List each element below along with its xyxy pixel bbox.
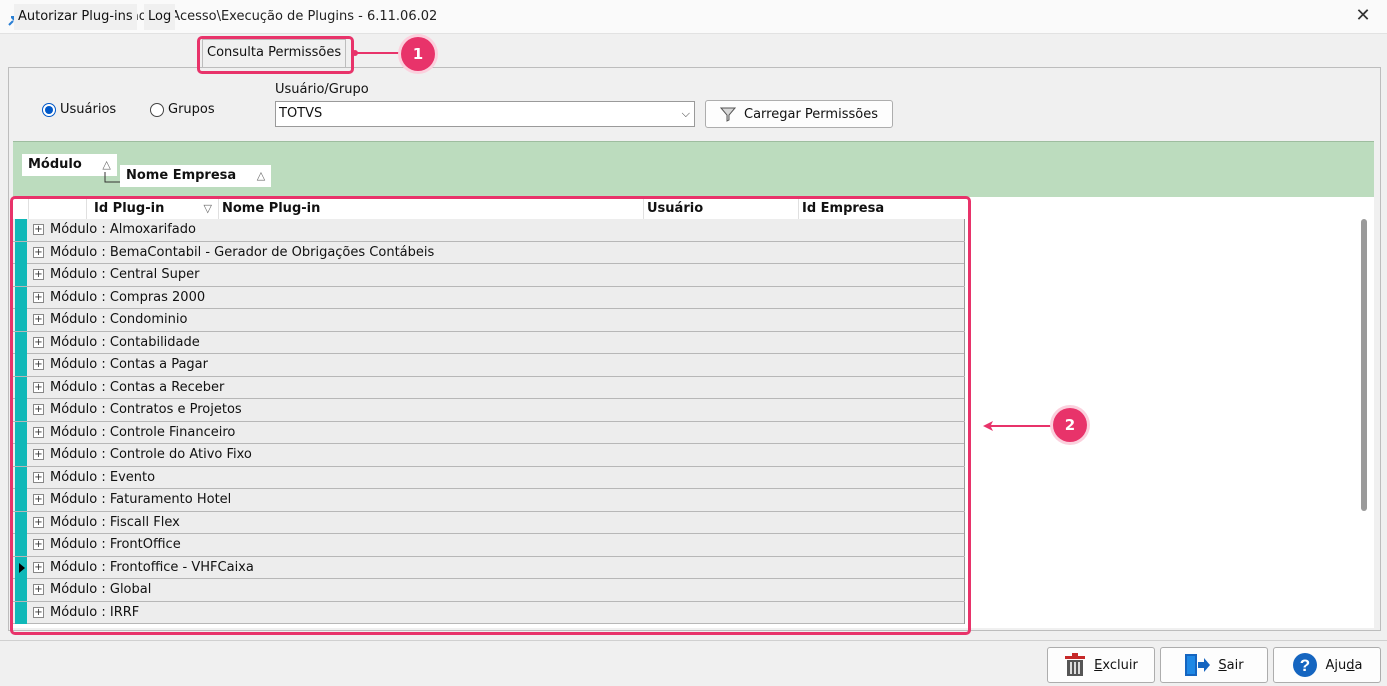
chevron-down-icon: ⌵ — [681, 107, 690, 120]
trash-icon — [1065, 653, 1086, 676]
delete-button[interactable]: Excluir — [1047, 647, 1155, 683]
user-group-value: TOTVS — [279, 106, 323, 121]
help-label: Ajuda — [1325, 657, 1363, 673]
tab-autorizar-plugins[interactable]: Autorizar Plug-ins — [14, 4, 137, 30]
group-chip-nome-empresa[interactable]: Nome Empresa △ — [120, 165, 272, 187]
group-chip-modulo[interactable]: Módulo △ — [22, 154, 117, 176]
exit-door-icon — [1185, 654, 1211, 676]
annotation-badge-2: 2 — [1053, 408, 1087, 442]
user-group-label: Usuário/Grupo — [275, 82, 369, 97]
sort-asc-icon: △ — [102, 158, 111, 171]
funnel-icon — [720, 107, 737, 122]
radio-usuarios[interactable]: Usuários — [42, 102, 116, 117]
tab-log[interactable]: Log — [144, 4, 176, 30]
highlight-grid — [10, 196, 971, 635]
radio-grupos[interactable]: Grupos — [150, 102, 215, 117]
close-icon[interactable]: ✕ — [1353, 6, 1373, 26]
group-chip-modulo-label: Módulo — [28, 157, 82, 172]
help-icon: ? — [1292, 653, 1317, 677]
vertical-scrollbar[interactable] — [1361, 219, 1367, 511]
radio-grupos-label: Grupos — [168, 102, 215, 117]
highlight-tab — [197, 36, 354, 74]
svg-text:?: ? — [1299, 656, 1309, 675]
radio-usuarios-label: Usuários — [60, 102, 117, 117]
exit-label: Sair — [1218, 657, 1244, 673]
group-by-panel: Módulo △ Nome Empresa △ — [13, 141, 1374, 197]
load-permissions-label: Carregar Permissões — [744, 106, 878, 122]
title-bar: 263 - Autorização de Acesso\Execução de … — [0, 0, 1387, 34]
sort-asc-icon: △ — [256, 169, 266, 182]
arrow-left-icon — [983, 421, 1055, 431]
help-button[interactable]: ? Ajuda — [1273, 647, 1381, 683]
load-permissions-button[interactable]: Carregar Permissões — [705, 100, 893, 128]
connector-line-1 — [352, 50, 404, 56]
user-group-combo[interactable]: TOTVS ⌵ — [275, 101, 695, 127]
group-chip-nome-empresa-label: Nome Empresa — [126, 168, 237, 183]
radio-unselected-icon — [150, 102, 164, 117]
delete-label: Excluir — [1094, 657, 1138, 673]
radio-selected-icon — [42, 102, 56, 117]
exit-button[interactable]: Sair — [1160, 647, 1268, 683]
annotation-badge-1: 1 — [401, 37, 435, 71]
